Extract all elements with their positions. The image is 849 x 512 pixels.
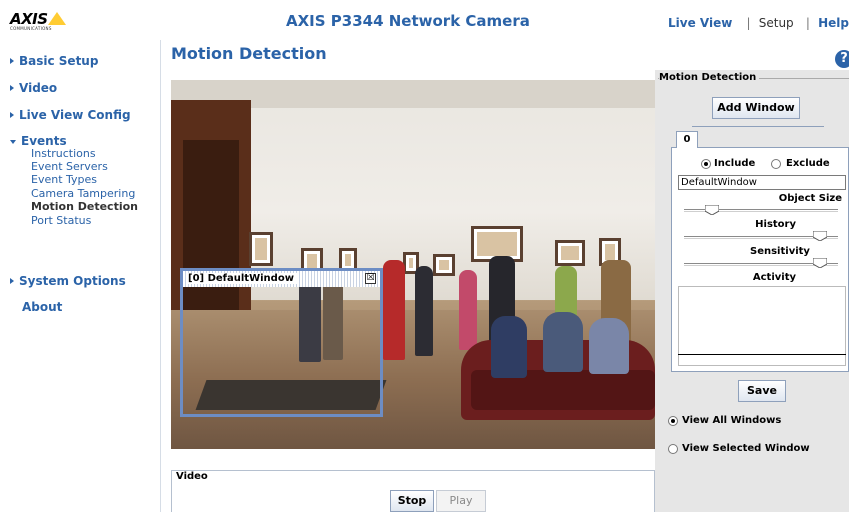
sidebar-item-label: System Options [19,274,126,288]
seated-visitor [543,312,583,372]
motion-detection-window[interactable]: [0] DefaultWindow ☒ [180,268,383,417]
page-title: Motion Detection [171,44,327,63]
seated-visitor [491,316,527,378]
top-nav: Live View | Setup | Help [668,16,849,30]
sensitivity-label: Sensitivity [750,246,810,257]
motion-window-titlebar[interactable]: [0] DefaultWindow ☒ [183,271,380,287]
sidebar-item-label: Video [19,81,58,95]
arrow-right-icon [10,112,14,118]
sidebar-item-live-view-config[interactable]: Live View Config [10,108,131,122]
painting [555,240,585,266]
view-selected-window-radio[interactable] [668,444,678,454]
sidebar-divider [160,40,161,512]
history-label: History [755,219,796,230]
tab-strip-line [692,126,824,127]
app-title: AXIS P3344 Network Camera [286,12,530,30]
sidebar-item-label: Events [21,134,67,148]
nav-setup[interactable]: Setup [759,16,794,30]
view-all-windows-radio[interactable] [668,416,678,426]
sidebar-subitem-camera-tampering[interactable]: Camera Tampering [31,187,135,200]
object-size-label: Object Size [778,193,842,204]
sidebar-item-events[interactable]: Events [10,134,67,148]
include-label: Include [714,158,756,169]
sidebar-subitem-instructions[interactable]: Instructions [31,147,96,160]
seated-visitor [589,318,629,374]
sidebar-item-system-options[interactable]: System Options [10,274,126,288]
sensitivity-slider-thumb[interactable] [812,258,827,268]
logo-subtext: COMMUNICATIONS [10,26,52,31]
exclude-label: Exclude [786,158,830,169]
arrow-right-icon [10,58,14,64]
sidebar-item-video[interactable]: Video [10,81,57,95]
activity-label: Activity [752,272,796,283]
visitor [383,260,405,360]
arrow-right-icon [10,85,14,91]
visitor [459,270,477,350]
add-window-button[interactable]: Add Window [712,97,800,119]
sidebar-subitem-port-status[interactable]: Port Status [31,214,91,227]
nav-separator: | [805,16,810,30]
close-icon[interactable]: ☒ [365,273,376,284]
sidebar-subitem-event-types[interactable]: Event Types [31,173,97,186]
activity-level-line [678,354,846,355]
save-button[interactable]: Save [738,380,786,402]
arrow-right-icon [10,278,14,284]
sidebar-item-label: Basic Setup [19,54,99,68]
video-controls-legend: Video [174,471,210,482]
view-all-windows-label: View All Windows [682,415,782,426]
painting [249,232,273,266]
sidebar-item-about[interactable]: About [22,300,62,314]
help-icon[interactable]: ? [835,50,849,68]
nav-help[interactable]: Help [818,16,849,30]
window-name-input[interactable] [678,175,846,190]
axis-logo[interactable]: AXIS COMMUNICATIONS [10,10,74,32]
nav-live-view[interactable]: Live View [668,16,732,30]
motion-window-title: [0] DefaultWindow [188,273,297,284]
history-slider-thumb[interactable] [812,231,827,241]
exclude-radio[interactable] [771,159,781,169]
sidebar-item-label: Live View Config [19,108,131,122]
include-radio[interactable] [701,159,711,169]
tab-window-0[interactable]: 0 [676,131,698,148]
object-size-slider-thumb[interactable] [705,205,719,215]
nav-separator: | [746,16,751,30]
painting [433,254,455,276]
logo-triangle-icon [48,12,66,25]
arrow-down-icon [10,140,16,144]
sidebar-subitem-motion-detection[interactable]: Motion Detection [31,200,138,213]
stop-button[interactable]: Stop [390,490,434,512]
play-button[interactable]: Play [436,490,486,512]
header: AXIS COMMUNICATIONS AXIS P3344 Network C… [0,0,849,38]
sidebar-item-basic-setup[interactable]: Basic Setup [10,54,98,68]
sidebar-subitem-event-servers[interactable]: Event Servers [31,160,108,173]
view-selected-window-label: View Selected Window [682,443,810,454]
visitor [415,266,433,356]
motion-settings-legend: Motion Detection [659,72,760,83]
